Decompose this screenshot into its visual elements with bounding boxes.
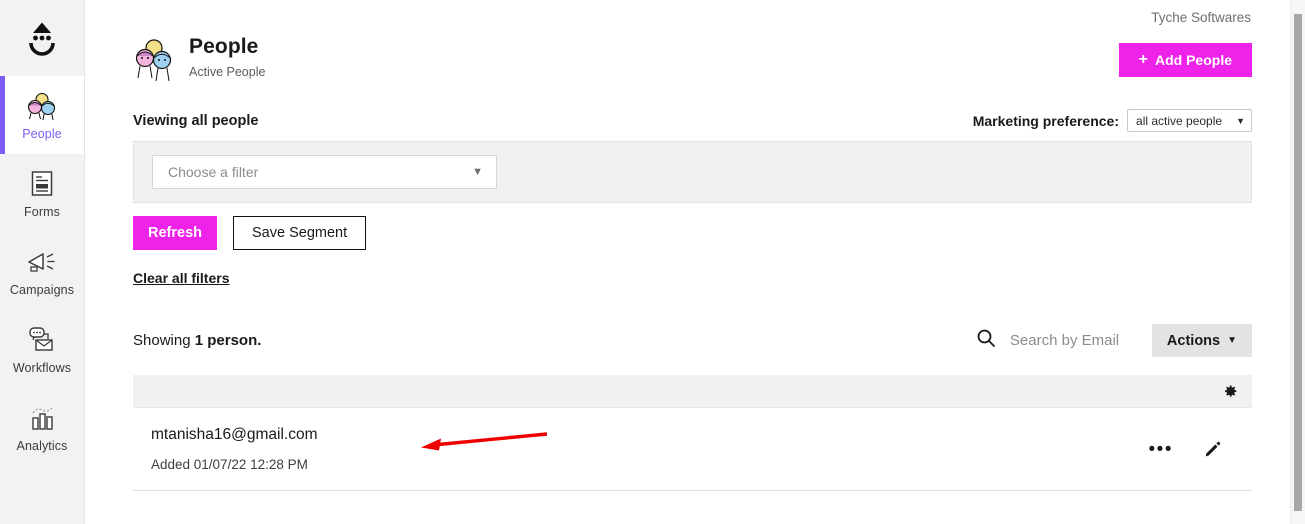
gear-icon[interactable]	[1221, 383, 1238, 400]
bar-chart-icon	[25, 401, 59, 435]
choose-filter-select[interactable]: Choose a filter ▼	[152, 155, 497, 189]
marketing-preference-value: all active people	[1136, 113, 1223, 128]
page-scrollbar-thumb[interactable]	[1294, 14, 1302, 511]
person-cell: mtanisha16@gmail.com Added 01/07/22 12:2…	[151, 426, 318, 472]
page-header: People Active People + Add People	[133, 35, 1252, 85]
ellipsis-icon[interactable]: •••	[1149, 440, 1173, 459]
marketing-preference-label: Marketing preference:	[972, 112, 1120, 129]
choose-filter-placeholder: Choose a filter	[168, 164, 259, 180]
search-icon	[976, 328, 996, 353]
search-box[interactable]	[976, 328, 1130, 353]
page-title: People	[189, 35, 259, 58]
people-table: mtanisha16@gmail.com Added 01/07/22 12:2…	[133, 375, 1252, 491]
sidebar-item-campaigns[interactable]: Campaigns	[0, 232, 84, 310]
account-name: Tyche Softwares	[1151, 10, 1251, 25]
showing-count-text: Showing 1 person.	[133, 332, 261, 349]
add-people-label: Add People	[1154, 52, 1232, 68]
chevron-down-icon: ▼	[1227, 335, 1237, 346]
page-title-group: People Active People	[133, 35, 265, 85]
plus-icon: +	[1138, 51, 1148, 68]
workflows-icon	[25, 323, 59, 357]
forms-icon	[25, 167, 59, 201]
app-root: People Forms Campaigns Workflows Analyti…	[0, 0, 1305, 524]
chevron-down-icon: ▼	[472, 166, 483, 178]
clear-all-filters-link[interactable]: Clear all filters	[133, 270, 230, 286]
showing-count: 1 person.	[194, 332, 262, 349]
sidebar-item-people[interactable]: People	[0, 76, 84, 154]
sidebar-item-forms[interactable]: Forms	[0, 154, 84, 232]
sidebar-item-label: Forms	[24, 205, 60, 219]
app-logo[interactable]	[0, 0, 84, 76]
filter-button-row: Refresh Save Segment	[133, 216, 1252, 250]
marketing-preference-group: Marketing preference: all active people …	[973, 109, 1252, 132]
add-people-button[interactable]: + Add People	[1118, 43, 1252, 77]
table-header-row	[133, 375, 1252, 408]
main-content: Tyche Softwares People Active People + A…	[85, 0, 1305, 524]
people-illustration-icon	[133, 37, 175, 85]
megaphone-icon	[25, 245, 59, 279]
row-actions: •••	[1149, 440, 1236, 459]
table-row[interactable]: mtanisha16@gmail.com Added 01/07/22 12:2…	[133, 408, 1252, 491]
page-scrollbar-track[interactable]	[1290, 0, 1305, 524]
sidebar-item-analytics[interactable]: Analytics	[0, 388, 84, 466]
sidebar-item-workflows[interactable]: Workflows	[0, 310, 84, 388]
showing-prefix: Showing	[133, 332, 195, 349]
pencil-icon[interactable]	[1203, 440, 1222, 459]
sidebar-item-label: Analytics	[16, 439, 68, 453]
person-added-date: Added 01/07/22 12:28 PM	[151, 456, 308, 472]
save-segment-button[interactable]: Save Segment	[233, 216, 367, 250]
viewing-all-people-label: Viewing all people	[133, 112, 259, 129]
person-email: mtanisha16@gmail.com	[151, 426, 318, 444]
page-subtitle: Active People	[189, 65, 266, 80]
search-input[interactable]	[1009, 332, 1130, 349]
viewing-row: Viewing all people Marketing preference:…	[133, 109, 1252, 132]
main-sidebar: People Forms Campaigns Workflows Analyti…	[0, 0, 85, 524]
chevron-down-icon: ▼	[1236, 115, 1245, 126]
filter-panel: Choose a filter ▼	[133, 141, 1252, 203]
sidebar-item-label: Workflows	[12, 361, 72, 375]
sidebar-item-label: People	[22, 127, 62, 141]
actions-label: Actions	[1166, 332, 1221, 349]
drip-smiley-logo-icon	[29, 22, 55, 56]
marketing-preference-select[interactable]: all active people ▼	[1127, 109, 1252, 132]
refresh-button[interactable]: Refresh	[133, 216, 217, 250]
results-row: Showing 1 person. Actions ▼	[133, 324, 1252, 357]
search-and-actions: Actions ▼	[976, 324, 1252, 357]
actions-button[interactable]: Actions ▼	[1151, 324, 1252, 357]
people-icon	[25, 89, 59, 123]
sidebar-item-label: Campaigns	[9, 283, 75, 297]
